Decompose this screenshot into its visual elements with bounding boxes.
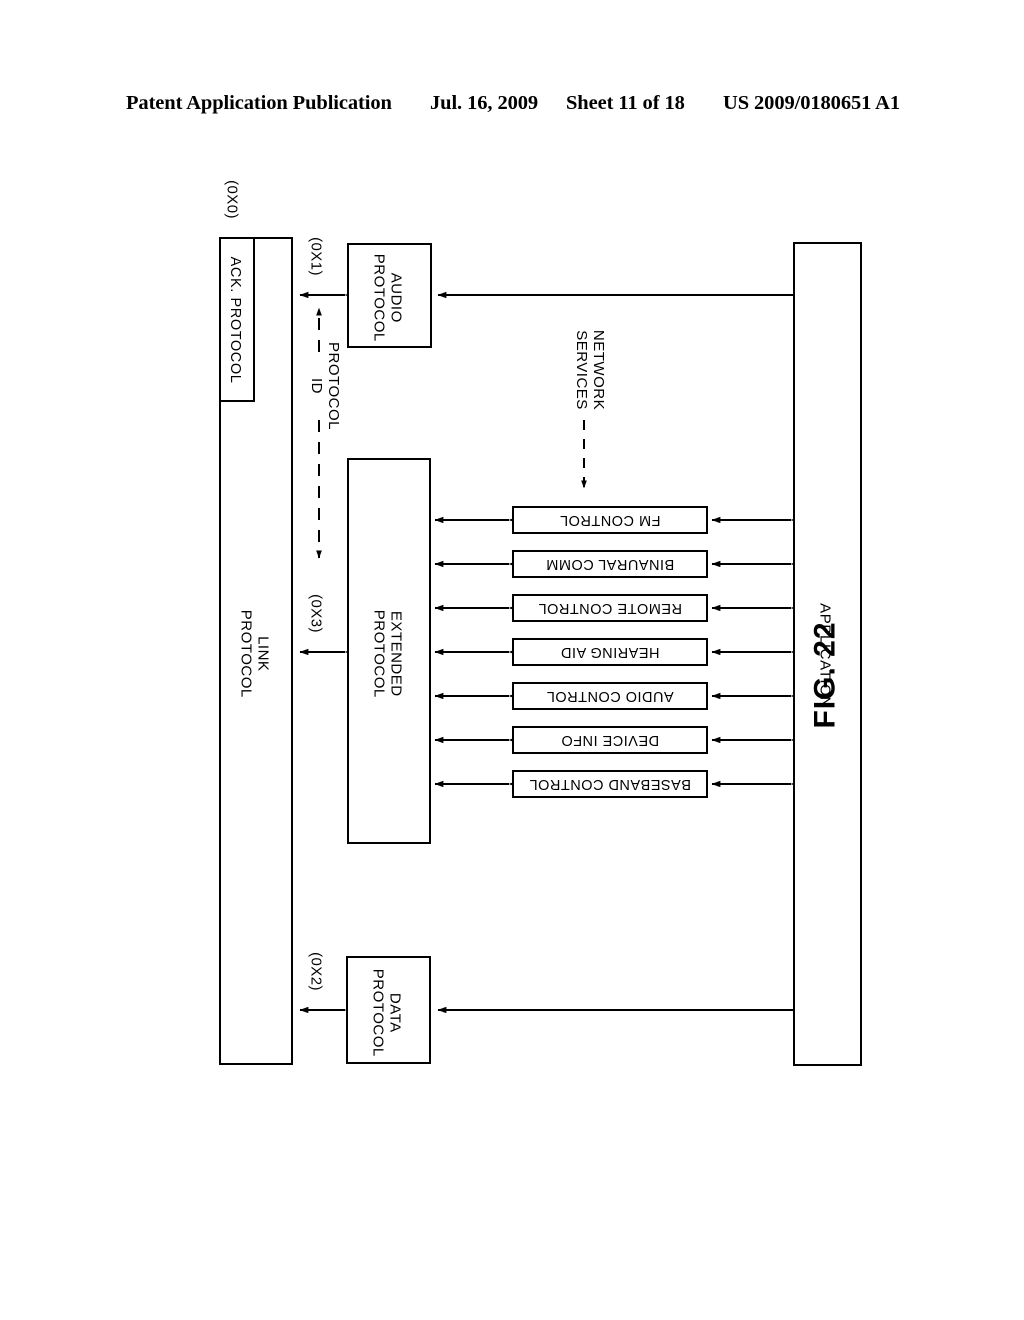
service-box-label: HEARING AID bbox=[560, 644, 660, 660]
extended-protocol-label: EXTENDED PROTOCOL bbox=[370, 502, 405, 806]
audio-protocol-label-line2: PROTOCOL bbox=[370, 254, 387, 343]
network-services-annotation-line1: NETWORK bbox=[590, 329, 607, 411]
audio-protocol-label: AUDIO PROTOCOL bbox=[370, 243, 405, 353]
figure-caption: FIG. 22 bbox=[806, 590, 846, 760]
protocol-id-annotation-line2: ID bbox=[307, 378, 325, 394]
extended-protocol-block: EXTENDED PROTOCOL bbox=[347, 458, 431, 844]
audio-protocol-id-label: (0X1) bbox=[307, 237, 325, 276]
service-box-label: DEVICE INFO bbox=[560, 732, 660, 748]
data-protocol-id-label: (0X2) bbox=[307, 952, 325, 991]
service-box-fm-control: FM CONTROL bbox=[512, 506, 708, 534]
figure-content-rotated: APPLICATION LINK PROTOCOL ACK. PROTOCOL … bbox=[0, 0, 1024, 1320]
data-protocol-block: DATA PROTOCOL bbox=[346, 956, 431, 1064]
network-services-annotation: NETWORK SERVICES bbox=[563, 288, 607, 452]
service-box-audio-control: AUDIO CONTROL bbox=[512, 682, 708, 710]
service-box-remote-control: REMOTE CONTROL bbox=[512, 594, 708, 622]
figure-22-diagram: APPLICATION LINK PROTOCOL ACK. PROTOCOL … bbox=[0, 0, 1024, 1320]
service-box-label: REMOTE CONTROL bbox=[538, 600, 682, 616]
network-services-annotation-line2: SERVICES bbox=[572, 330, 590, 410]
service-box-label: BASEBAND CONTROL bbox=[529, 776, 691, 792]
audio-protocol-label-line1: AUDIO bbox=[387, 273, 405, 324]
data-protocol-label-line2: PROTOCOL bbox=[369, 968, 386, 1057]
extended-protocol-label-line2: PROTOCOL bbox=[370, 609, 387, 698]
audio-protocol-block: AUDIO PROTOCOL bbox=[347, 243, 432, 348]
ack-protocol-block: ACK. PROTOCOL bbox=[219, 237, 255, 402]
figure-caption-label: FIG. 22 bbox=[809, 621, 843, 729]
extended-protocol-label-line1: EXTENDED bbox=[387, 610, 405, 697]
service-box-label: FM CONTROL bbox=[559, 512, 661, 528]
service-box-device-info: DEVICE INFO bbox=[512, 726, 708, 754]
link-protocol-label-line2: PROTOCOL bbox=[237, 609, 254, 698]
ack-protocol-label: ACK. PROTOCOL bbox=[227, 257, 243, 384]
data-protocol-label: DATA PROTOCOL bbox=[369, 958, 404, 1068]
service-box-hearing-aid: HEARING AID bbox=[512, 638, 708, 666]
protocol-id-annotation-line1: PROTOCOL bbox=[325, 342, 342, 430]
service-box-binaural-comm: BINAURAL COMM bbox=[512, 550, 708, 578]
service-box-label: BINAURAL COMM bbox=[545, 556, 675, 572]
service-box-baseband-control: BASEBAND CONTROL bbox=[512, 770, 708, 798]
extended-protocol-id-label: (0X3) bbox=[307, 594, 325, 633]
data-protocol-label-line1: DATA bbox=[386, 992, 404, 1033]
protocol-id-annotation: PROTOCOL ID bbox=[298, 298, 342, 474]
service-box-label: AUDIO CONTROL bbox=[546, 688, 674, 704]
link-protocol-label-line1: LINK bbox=[254, 636, 272, 672]
ack-protocol-id-label: (0X0) bbox=[223, 180, 241, 219]
link-protocol-label: LINK PROTOCOL bbox=[237, 517, 272, 791]
